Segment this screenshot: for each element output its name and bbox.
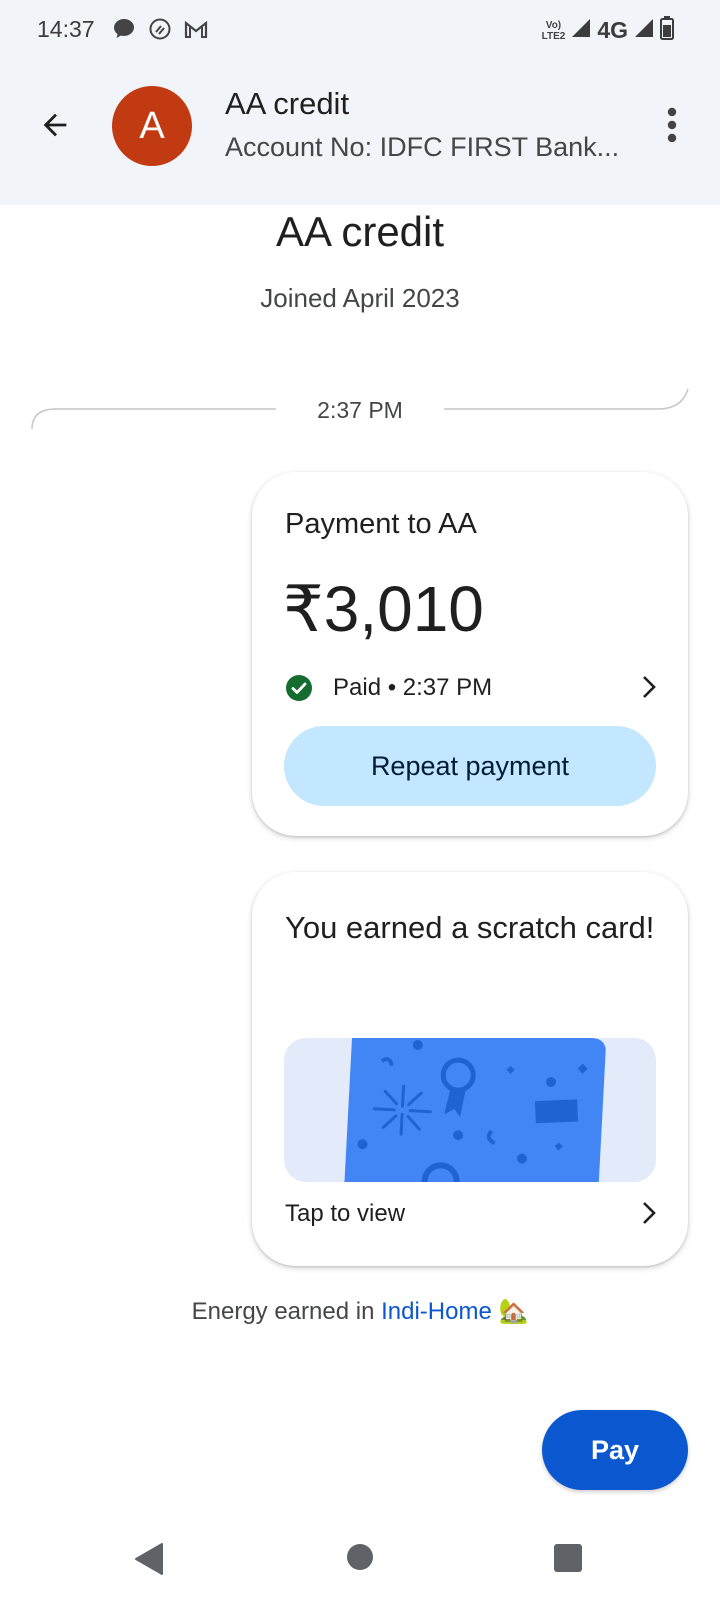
repeat-payment-button[interactable]: Repeat payment [284, 726, 656, 806]
nav-home-button[interactable] [346, 1543, 374, 1576]
house-emoji-icon: 🏡 [498, 1298, 529, 1325]
more-vert-icon [667, 107, 677, 143]
time-divider: 2:37 PM [30, 385, 690, 435]
contact-name[interactable]: AA credit [225, 86, 349, 122]
nav-recents-icon [554, 1544, 582, 1572]
nav-back-icon [135, 1543, 163, 1575]
energy-earned-line: Energy earned in Indi-Home 🏡 [0, 1297, 720, 1326]
status-time: 14:37 [37, 16, 95, 42]
payment-status: Paid • 2:37 PM [333, 674, 493, 701]
gmail-icon [184, 19, 208, 44]
payment-title: Payment to AA [285, 508, 477, 540]
check-circle-icon [286, 675, 312, 701]
shazam-like-icon [148, 17, 172, 46]
payment-status-row[interactable]: Paid • 2:37 PM [285, 668, 657, 708]
nav-back-button[interactable] [134, 1542, 164, 1581]
scratch-card-image[interactable] [284, 1038, 656, 1182]
arrow-back-icon [43, 113, 67, 137]
tap-to-view: Tap to view [285, 1200, 406, 1227]
status-bar: 14:37 Vo) LTE2 4G [0, 0, 720, 62]
signal-icon [571, 18, 591, 43]
tap-to-view-row[interactable]: Tap to view [285, 1194, 657, 1234]
nav-home-icon [347, 1544, 373, 1570]
system-nav-bar [0, 1530, 720, 1600]
network-type: 4G [597, 17, 628, 43]
chevron-right-icon [643, 1202, 656, 1224]
back-button[interactable] [30, 100, 80, 150]
notification-icons [112, 17, 208, 46]
profile-joined: Joined April 2023 [260, 283, 460, 313]
contact-account[interactable]: Account No: IDFC FIRST Bank... [225, 132, 619, 163]
more-options-button[interactable] [650, 100, 694, 150]
scratch-card-illustration [343, 1038, 606, 1182]
signal-icon [634, 18, 654, 43]
profile-name: AA credit [275, 208, 445, 255]
divider-time: 2:37 PM [317, 397, 403, 423]
payment-amount: ₹3,010 [283, 573, 484, 645]
avatar[interactable]: A [112, 86, 192, 166]
status-right: Vo) LTE2 4G [542, 16, 674, 45]
indi-home-link[interactable]: Indi-Home [381, 1298, 492, 1325]
message-icon [112, 17, 136, 46]
chevron-right-icon [643, 676, 656, 698]
scratch-title: You earned a scratch card! [285, 910, 655, 945]
scratch-card[interactable]: You earned a scratch card! Tap to view [252, 872, 688, 1266]
payment-card[interactable]: Payment to AA ₹3,010 Paid • 2:37 PM Repe… [252, 472, 688, 836]
pay-button[interactable]: Pay [542, 1410, 688, 1490]
nav-recents-button[interactable] [553, 1543, 583, 1578]
energy-prefix: Energy earned in [191, 1298, 382, 1325]
volte-indicator: Vo) LTE2 [541, 19, 566, 42]
battery-icon [660, 16, 674, 45]
app-bar: A AA credit Account No: IDFC FIRST Bank.… [0, 62, 720, 202]
